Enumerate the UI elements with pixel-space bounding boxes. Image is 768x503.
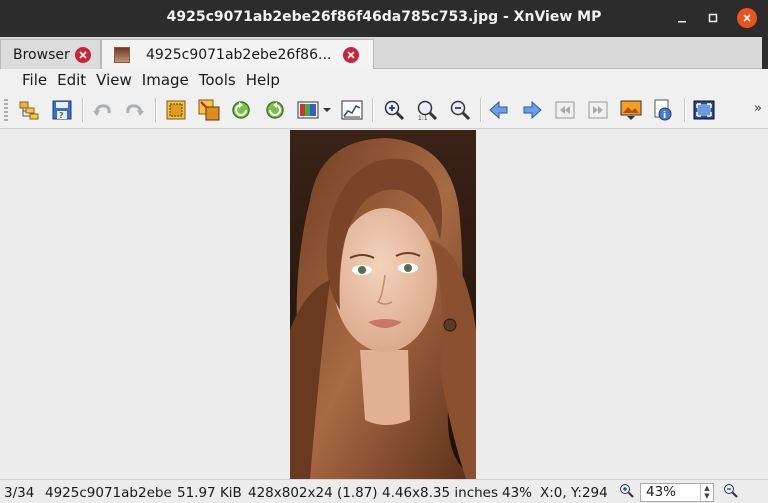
status-bar: 3/34 4925c9071ab2ebe 51.97 KiB 428x802x2… (0, 479, 768, 503)
toolbar-separator (82, 98, 84, 122)
close-window-button[interactable] (737, 8, 757, 28)
tab-label: Browser (13, 46, 70, 63)
svg-text:i: i (663, 111, 666, 121)
next-icon[interactable] (521, 99, 543, 121)
cursor-coordinates: X:0, Y:294 (540, 485, 608, 501)
crop-icon[interactable] (165, 99, 187, 121)
zoom-input[interactable]: 43% ▲ ▼ (640, 483, 714, 502)
menu-edit[interactable]: Edit (52, 71, 91, 89)
adjust-colors-icon[interactable] (297, 99, 319, 121)
minimize-button[interactable] (672, 8, 692, 28)
menu-tools[interactable]: Tools (194, 71, 241, 89)
menu-image[interactable]: Image (137, 71, 194, 89)
save-icon[interactable]: ? (51, 99, 73, 121)
toolbar-overflow-button[interactable]: » (754, 101, 762, 116)
chevron-down-icon[interactable] (320, 99, 334, 121)
toolbar-separator (684, 98, 686, 122)
maximize-icon (708, 13, 718, 23)
image-thumbnail-icon (114, 47, 130, 63)
toolbar-separator (372, 98, 374, 122)
tab-bar: Browser 4925c9071ab2ebe26f86... (0, 37, 768, 70)
minimize-icon (678, 21, 686, 23)
toolbar-grip[interactable] (4, 99, 8, 121)
zoom-in-icon[interactable] (383, 99, 405, 121)
svg-text:?: ? (59, 111, 64, 120)
zoom-percent: 43% (502, 485, 533, 501)
zoom-out-icon[interactable] (449, 99, 471, 121)
window-edge (762, 37, 768, 69)
undo-icon[interactable] (91, 99, 113, 121)
tab-close-button[interactable] (75, 47, 91, 63)
close-icon (79, 51, 87, 59)
file-name: 4925c9071ab2ebe (45, 485, 172, 501)
browser-folder-icon[interactable] (18, 99, 40, 121)
zoom-out-icon[interactable] (722, 482, 740, 500)
menu-file[interactable]: File (11, 71, 52, 89)
previous-icon[interactable] (488, 99, 510, 121)
histogram-icon[interactable] (341, 99, 363, 121)
tab-image[interactable]: 4925c9071ab2ebe26f86... (101, 39, 374, 70)
close-icon (743, 14, 751, 22)
image-viewer[interactable] (0, 130, 768, 479)
tab-browser[interactable]: Browser (0, 39, 101, 69)
redo-icon[interactable] (124, 99, 146, 121)
toolbar-separator (480, 98, 482, 122)
toolbar: ? 1:1 i » (0, 91, 768, 129)
zoom-in-icon[interactable] (618, 482, 636, 500)
maximize-button[interactable] (703, 8, 723, 28)
zoom-value: 43% (646, 484, 677, 500)
last-icon[interactable] (587, 99, 609, 121)
close-icon (347, 51, 355, 59)
rotate-right-icon[interactable] (264, 99, 286, 121)
image-position: 3/34 (4, 485, 35, 501)
tab-label: 4925c9071ab2ebe26f86... (146, 47, 332, 63)
menu-view[interactable]: View (91, 71, 137, 89)
portrait-photo (290, 130, 476, 479)
zoom-spinner[interactable]: ▲ ▼ (700, 484, 713, 501)
fullscreen-icon[interactable] (693, 99, 715, 121)
resize-icon[interactable] (198, 99, 220, 121)
first-icon[interactable] (554, 99, 576, 121)
image-dimensions: 428x802x24 (1.87) (248, 485, 378, 501)
toolbar-separator (155, 98, 157, 122)
print-size: 4.46x8.35 inches (382, 485, 499, 501)
zoom-fit-icon[interactable]: 1:1 (416, 99, 438, 121)
window-title: 4925c9071ab2ebe26f86f46da785c753.jpg - X… (166, 9, 602, 25)
menu-bar: File Edit View Image Tools Help (0, 69, 768, 91)
slideshow-icon[interactable] (620, 99, 642, 121)
rotate-left-icon[interactable] (230, 99, 252, 121)
file-size: 51.97 KiB (177, 485, 242, 501)
svg-text:1:1: 1:1 (418, 115, 428, 121)
properties-icon[interactable]: i (652, 99, 674, 121)
tab-close-button[interactable] (343, 47, 359, 63)
menu-help[interactable]: Help (241, 71, 285, 89)
window-titlebar: 4925c9071ab2ebe26f86f46da785c753.jpg - X… (0, 0, 768, 37)
